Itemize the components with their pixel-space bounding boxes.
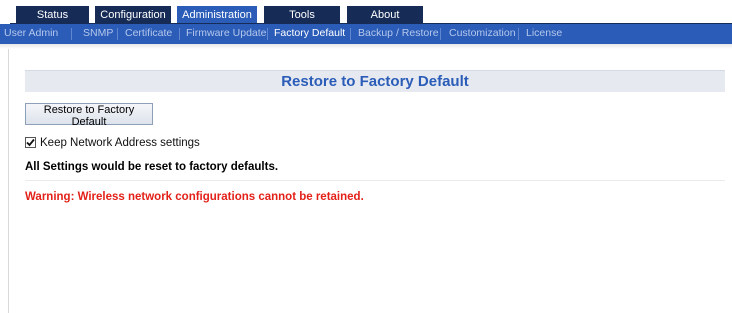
tab-tools[interactable]: Tools [264, 6, 340, 24]
tab-configuration[interactable]: Configuration [95, 6, 171, 24]
main-tab-bar: Status Configuration Administration Tool… [0, 0, 732, 24]
subnav-license[interactable]: License [526, 24, 562, 44]
subnav-separator [117, 28, 118, 40]
keep-network-label: Keep Network Address settings [40, 137, 200, 149]
subnav-factory-default[interactable]: Factory Default [274, 24, 345, 44]
admin-subnav: User Admin SNMP Certificate Firmware Upd… [0, 24, 732, 44]
restore-factory-default-button[interactable]: Restore to Factory Default [25, 103, 153, 128]
warning-message: Warning: Wireless network configurations… [25, 191, 364, 203]
subnav-snmp[interactable]: SNMP [83, 24, 113, 44]
subnav-customization[interactable]: Customization [449, 24, 516, 44]
tab-status[interactable]: Status [16, 6, 89, 24]
subnav-user-admin[interactable]: User Admin [4, 24, 58, 44]
subnav-certificate[interactable]: Certificate [125, 24, 172, 44]
subnav-backup-restore[interactable]: Backup / Restore [358, 24, 439, 44]
subnav-separator [518, 28, 519, 40]
subnav-separator [179, 28, 180, 40]
subnav-shadow [0, 44, 732, 49]
keep-network-checkbox[interactable] [25, 137, 36, 148]
content-left-border [8, 44, 9, 313]
subnav-separator [267, 28, 268, 40]
subnav-separator [71, 28, 72, 40]
subnav-separator [440, 28, 441, 40]
tab-about[interactable]: About [347, 6, 423, 24]
tab-administration[interactable]: Administration [177, 6, 257, 24]
check-icon [26, 138, 35, 147]
page-title: Restore to Factory Default [281, 73, 469, 90]
subnav-separator [350, 28, 351, 40]
section-title-bar: Restore to Factory Default [25, 70, 725, 92]
subnav-firmware-update[interactable]: Firmware Update [186, 24, 267, 44]
reset-notice: All Settings would be reset to factory d… [25, 161, 279, 173]
divider [25, 180, 725, 181]
